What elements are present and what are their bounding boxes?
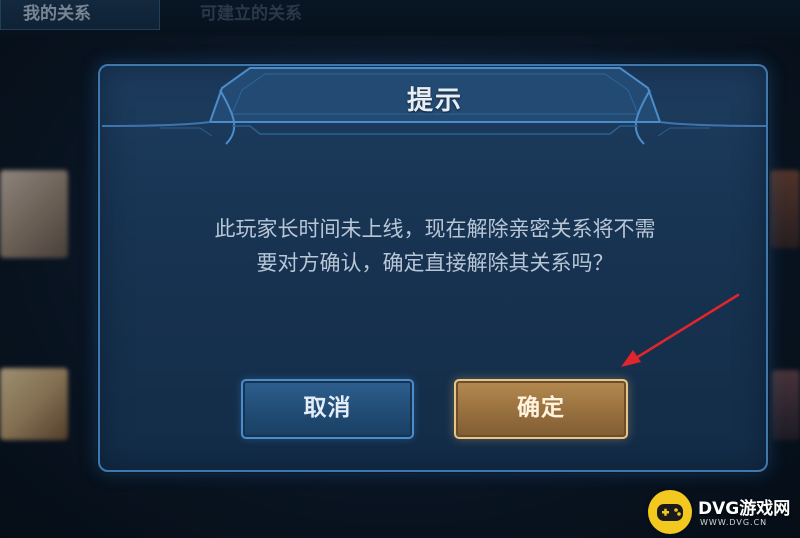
site-watermark: DVG游戏网 WWW.DVG.CN: [648, 490, 800, 538]
watermark-text: DVG游戏网: [698, 499, 791, 519]
watermark-url: WWW.DVG.CN: [700, 518, 768, 527]
dialog-message: 此玩家长时间未上线，现在解除亲密关系将不需 要对方确认，确定直接解除其关系吗？: [140, 212, 730, 280]
confirm-button[interactable]: 确定: [454, 379, 628, 439]
cancel-button[interactable]: 取消: [241, 379, 414, 439]
confirm-dialog: 提示 此玩家长时间未上线，现在解除亲密关系将不需 要对方确认，确定直接解除其关系…: [98, 64, 769, 472]
gamepad-logo-icon: [648, 490, 692, 534]
dialog-message-line: 此玩家长时间未上线，现在解除亲密关系将不需: [214, 217, 656, 241]
dialog-message-line: 要对方确认，确定直接解除其关系吗？: [256, 251, 614, 275]
dialog-title: 提示: [406, 86, 463, 116]
